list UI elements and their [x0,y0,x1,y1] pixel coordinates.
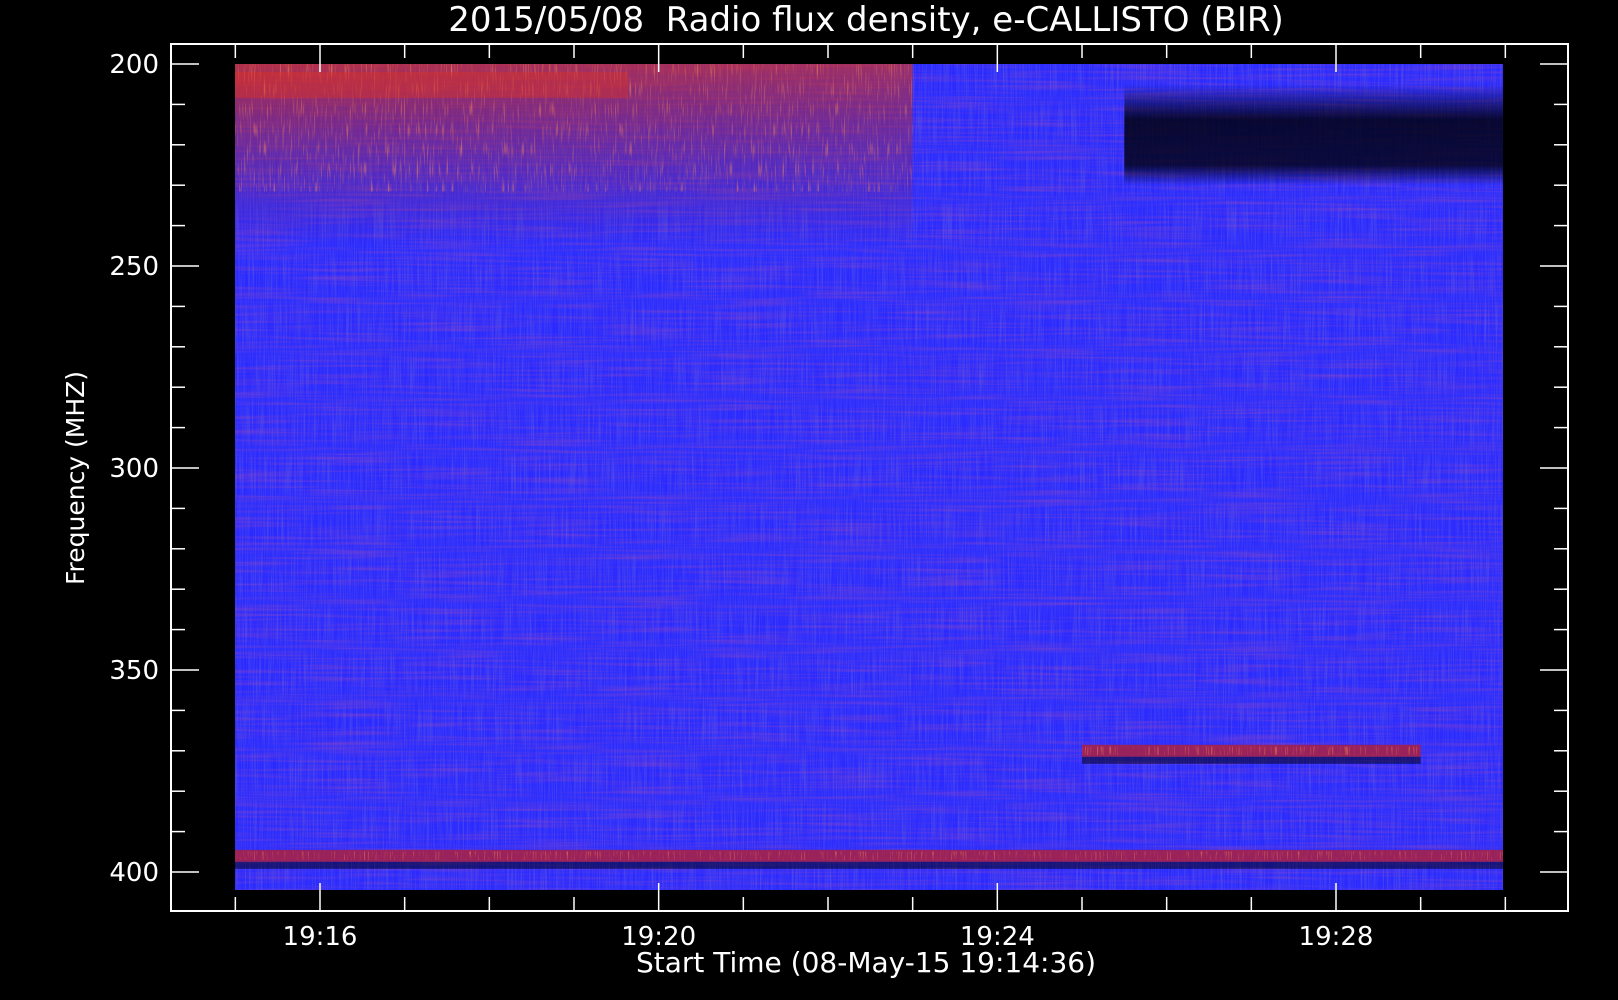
heatmap-image [235,64,1503,890]
emission-line-speckle [235,851,1503,860]
x-axis-label: Start Time (08-May-15 19:14:36) [636,946,1096,979]
y-tick-label: 200 [109,50,159,80]
emission-line-shadow [1082,756,1421,764]
y-tick-label: 350 [109,656,159,686]
emission-line-shadow [235,861,1503,869]
y-tick-label: 400 [109,858,159,888]
y-tick-label: 300 [109,454,159,484]
x-tick-label: 19:16 [283,922,358,952]
chart-title: 2015/05/08 Radio flux density, e-CALLIST… [448,0,1284,40]
y-tick-label: 250 [109,252,159,282]
spectrogram-chart: 2015/05/08 Radio flux density, e-CALLIST… [61,0,1569,979]
quiet-region [1124,84,1503,186]
emission-line-speckle [1082,746,1421,755]
y-axis-label: Frequency (MHZ) [61,371,90,585]
x-tick-label: 19:28 [1299,922,1374,952]
burst-core [235,72,629,98]
